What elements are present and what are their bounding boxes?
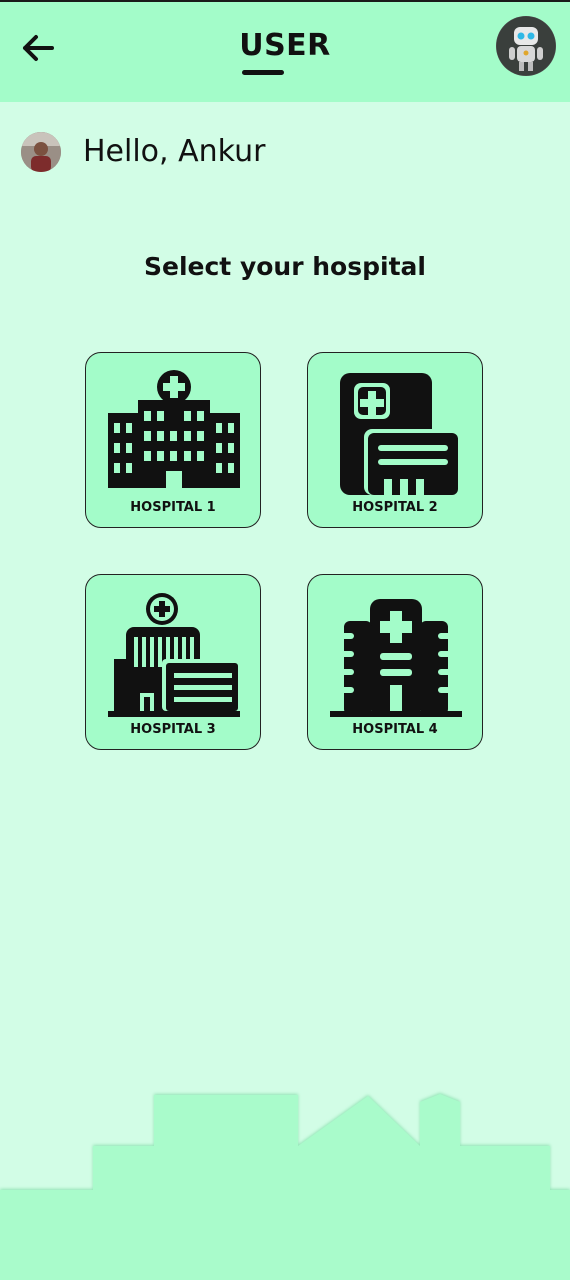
title-underline [242,70,284,75]
hospital-label: HOSPITAL 3 [130,722,216,737]
greeting-text: Hello, Ankur [83,134,266,169]
hospital-label: HOSPITAL 4 [352,722,438,737]
page-title: USER [239,28,331,63]
hospital-building-2-icon [340,373,462,495]
hospital-label: HOSPITAL 1 [130,500,216,515]
hospital-building-4-icon [330,599,462,717]
hospital-card-3[interactable]: HOSPITAL 3 [85,574,261,750]
hospital-card-2[interactable]: HOSPITAL 2 [307,352,483,528]
user-photo-avatar[interactable] [21,132,61,172]
hospital-card-1[interactable]: HOSPITAL 1 [85,352,261,528]
robot-avatar-icon[interactable] [497,17,555,75]
hospital-label: HOSPITAL 2 [352,500,438,515]
select-hospital-heading: Select your hospital [144,252,426,281]
hospital-building-3-icon [108,593,240,717]
hospital-card-4[interactable]: HOSPITAL 4 [307,574,483,750]
top-app-bar: USER [0,0,570,102]
skyline-decoration [0,1094,570,1280]
hospital-building-1-icon [108,370,240,488]
